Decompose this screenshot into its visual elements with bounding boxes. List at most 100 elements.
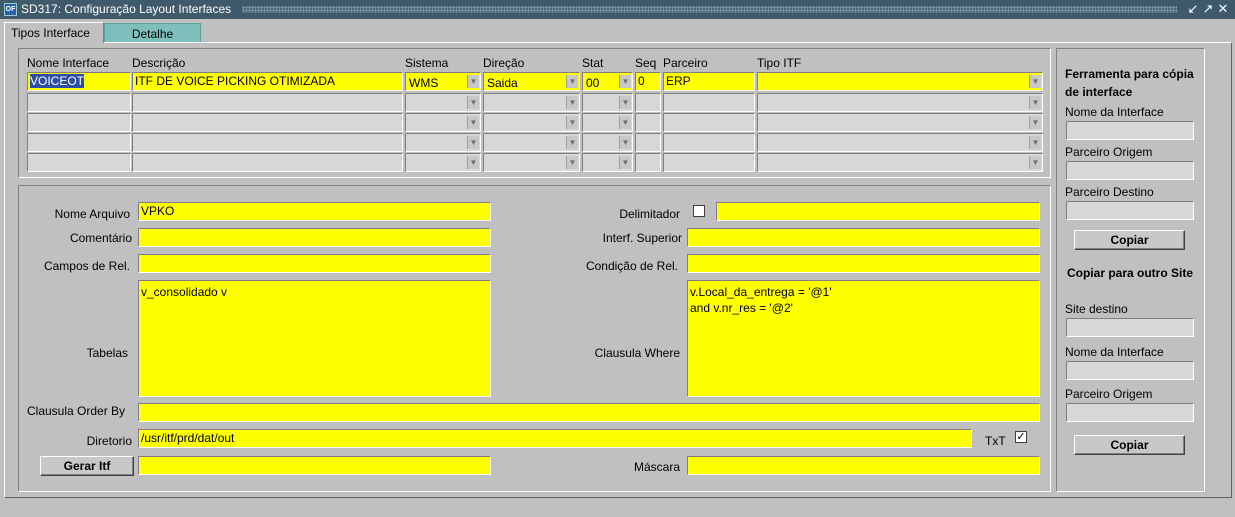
chevron-down-icon[interactable]: ▼ <box>566 156 578 169</box>
campos-rel-field[interactable] <box>138 254 491 273</box>
gerar-itf-button[interactable]: Gerar Itf <box>40 456 134 476</box>
chevron-down-icon[interactable]: ▼ <box>566 136 578 149</box>
copy-nome-interface-label: Nome da Interface <box>1065 105 1164 119</box>
chevron-down-icon[interactable]: ▼ <box>467 116 479 129</box>
header-parceiro: Parceiro <box>663 56 708 70</box>
tab-detalhe[interactable]: Detalhe <box>104 23 201 43</box>
delimitador-field[interactable] <box>716 202 1040 221</box>
row2-tipo-itf-select[interactable]: ▼ <box>757 93 1043 112</box>
row2-seq-field[interactable] <box>635 93 661 112</box>
chevron-down-icon[interactable]: ▼ <box>467 136 479 149</box>
chevron-down-icon[interactable]: ▼ <box>619 75 631 88</box>
header-seq: Seq <box>635 56 657 70</box>
row1-parceiro-field[interactable]: ERP <box>663 72 755 91</box>
chevron-down-icon[interactable]: ▼ <box>1029 116 1041 129</box>
window-titlebar[interactable]: OF SD317: Configuração Layout Interfaces… <box>0 0 1235 19</box>
row1-descricao-field[interactable]: ITF DE VOICE PICKING OTIMIZADA <box>132 72 403 91</box>
header-stat: Stat <box>582 56 604 70</box>
row2-descricao-field[interactable] <box>132 93 403 112</box>
row3-sistema-select[interactable]: ▼ <box>405 113 481 132</box>
row3-stat-select[interactable]: ▼ <box>582 113 633 132</box>
maximize-icon[interactable]: ↗ <box>1201 1 1215 17</box>
chevron-down-icon[interactable]: ▼ <box>1029 156 1041 169</box>
row1-stat-select[interactable]: 00 ▼ <box>582 72 633 91</box>
chevron-down-icon[interactable]: ▼ <box>619 116 631 129</box>
minimize-icon[interactable]: ↙ <box>1186 1 1200 17</box>
row3-parceiro-field[interactable] <box>663 113 755 132</box>
clausula-order-field[interactable] <box>138 403 1040 422</box>
row4-descricao-field[interactable] <box>132 133 403 152</box>
site-destino-field[interactable] <box>1066 318 1194 337</box>
row1-nome-interface-field[interactable]: VOICEOT <box>27 72 131 91</box>
row3-tipo-itf-select[interactable]: ▼ <box>757 113 1043 132</box>
row1-tipo-itf-select[interactable]: ▼ <box>757 72 1043 91</box>
copy-parceiro-origem-field[interactable] <box>1066 161 1194 180</box>
clausula-order-label: Clausula Order By <box>27 404 126 418</box>
row2-parceiro-field[interactable] <box>663 93 755 112</box>
chevron-down-icon[interactable]: ▼ <box>467 75 479 88</box>
close-icon[interactable]: ✕ <box>1216 1 1230 17</box>
site-parceiro-origem-field[interactable] <box>1066 403 1194 422</box>
comentario-field[interactable] <box>138 228 491 247</box>
txt-checkbox[interactable]: ✓ <box>1015 431 1027 443</box>
chevron-down-icon[interactable]: ▼ <box>566 96 578 109</box>
row4-stat-select[interactable]: ▼ <box>582 133 633 152</box>
row4-direcao-select[interactable]: ▼ <box>483 133 580 152</box>
chevron-down-icon[interactable]: ▼ <box>619 156 631 169</box>
clausula-where-label: Clausula Where <box>594 346 680 360</box>
row5-direcao-select[interactable]: ▼ <box>483 153 580 172</box>
nome-arquivo-field[interactable]: VPKO <box>138 202 491 221</box>
mascara-field[interactable] <box>687 456 1040 475</box>
condicao-rel-field[interactable] <box>687 254 1040 273</box>
row5-parceiro-field[interactable] <box>663 153 755 172</box>
chevron-down-icon[interactable]: ▼ <box>1029 136 1041 149</box>
chevron-down-icon[interactable]: ▼ <box>467 156 479 169</box>
row2-direcao-select[interactable]: ▼ <box>483 93 580 112</box>
gerar-itf-field[interactable] <box>138 456 491 475</box>
row3-direcao-select[interactable]: ▼ <box>483 113 580 132</box>
row5-descricao-field[interactable] <box>132 153 403 172</box>
copy-nome-interface-field[interactable] <box>1066 121 1194 140</box>
tabelas-textarea[interactable]: v_consolidado v <box>138 280 491 397</box>
clausula-where-textarea[interactable]: v.Local_da_entrega = '@1' and v.nr_res =… <box>687 280 1040 397</box>
row1-direcao-select[interactable]: Saida ▼ <box>483 72 580 91</box>
row4-seq-field[interactable] <box>635 133 661 152</box>
row5-stat-select[interactable]: ▼ <box>582 153 633 172</box>
row4-tipo-itf-select[interactable]: ▼ <box>757 133 1043 152</box>
chevron-down-icon[interactable]: ▼ <box>619 96 631 109</box>
site-nome-interface-field[interactable] <box>1066 361 1194 380</box>
chevron-down-icon[interactable]: ▼ <box>467 96 479 109</box>
delimitador-checkbox[interactable] <box>693 205 705 217</box>
row4-parceiro-field[interactable] <box>663 133 755 152</box>
chevron-down-icon[interactable]: ▼ <box>566 116 578 129</box>
row5-tipo-itf-select[interactable]: ▼ <box>757 153 1043 172</box>
diretorio-field[interactable]: /usr/itf/prd/dat/out <box>138 429 972 448</box>
row2-stat-select[interactable]: ▼ <box>582 93 633 112</box>
row1-seq-field[interactable]: 0 <box>635 72 661 91</box>
row5-seq-field[interactable] <box>635 153 661 172</box>
copy-parceiro-destino-field[interactable] <box>1066 201 1194 220</box>
row4-nome-interface-field[interactable] <box>27 133 131 152</box>
copiar-button[interactable]: Copiar <box>1074 230 1185 250</box>
copy-parceiro-origem-label: Parceiro Origem <box>1065 145 1153 159</box>
campos-rel-label: Campos de Rel. <box>43 259 130 273</box>
chevron-down-icon[interactable]: ▼ <box>566 75 578 88</box>
row1-tipo-itf-value <box>757 72 1043 91</box>
row3-descricao-field[interactable] <box>132 113 403 132</box>
copiar-site-button[interactable]: Copiar <box>1074 435 1185 455</box>
row3-nome-interface-field[interactable] <box>27 113 131 132</box>
row3-seq-field[interactable] <box>635 113 661 132</box>
interf-superior-field[interactable] <box>687 228 1040 247</box>
row5-sistema-select[interactable]: ▼ <box>405 153 481 172</box>
chevron-down-icon[interactable]: ▼ <box>1029 96 1041 109</box>
row4-sistema-select[interactable]: ▼ <box>405 133 481 152</box>
row5-nome-interface-field[interactable] <box>27 153 131 172</box>
row1-sistema-select[interactable]: WMS ▼ <box>405 72 481 91</box>
row2-nome-interface-field[interactable] <box>27 93 131 112</box>
empty-value <box>757 153 1043 172</box>
chevron-down-icon[interactable]: ▼ <box>1029 75 1041 88</box>
tab-tipos-interface[interactable]: Tipos Interface <box>4 22 104 43</box>
checkmark-icon: ✓ <box>1016 431 1026 443</box>
chevron-down-icon[interactable]: ▼ <box>619 136 631 149</box>
row2-sistema-select[interactable]: ▼ <box>405 93 481 112</box>
